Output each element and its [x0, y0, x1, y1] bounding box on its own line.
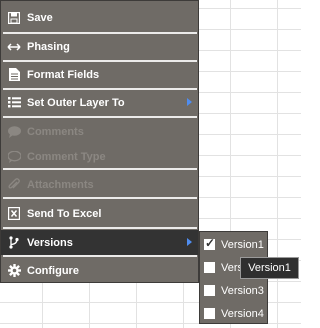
submenu-arrow-icon [187, 98, 192, 106]
submenu-item-label: Version1 [221, 238, 264, 251]
comment-icon [7, 125, 21, 139]
menu-item-comment-type[interactable]: Comment Type [1, 143, 198, 170]
menu-item-versions[interactable]: Versions [1, 230, 198, 255]
menu-item-label: Comments [27, 125, 84, 138]
menu-item-comments[interactable]: Comments [1, 118, 198, 145]
menu-item-save[interactable]: Save [1, 4, 198, 31]
menu-item-label: Phasing [27, 40, 70, 53]
context-menu: Save Phasing Format Fields Set Outer Lay… [0, 0, 199, 283]
checkbox[interactable] [204, 285, 215, 296]
submenu-arrow-icon [187, 238, 192, 246]
menu-item-label: Configure [27, 264, 79, 277]
menu-item-label: Versions [27, 236, 73, 249]
menu-item-configure[interactable]: Configure [1, 257, 198, 284]
checkmark-icon: ✓ [205, 236, 216, 250]
checkbox[interactable]: ✓ [204, 236, 216, 250]
menu-divider [3, 227, 197, 229]
paperclip-icon [7, 178, 21, 192]
menu-item-label: Attachments [27, 178, 94, 191]
submenu-item-version4[interactable]: Version4 [200, 302, 267, 325]
menu-item-set-outer-layer[interactable]: Set Outer Layer To [1, 89, 198, 116]
menu-item-label: Send To Excel [27, 207, 102, 220]
checkbox[interactable] [204, 262, 215, 273]
comment-type-icon [7, 150, 21, 164]
branch-icon [7, 236, 21, 250]
submenu-item-version3[interactable]: Version3 [200, 279, 267, 302]
menu-item-format-fields[interactable]: Format Fields [1, 61, 198, 88]
double-arrow-icon [7, 40, 21, 54]
menu-item-phasing[interactable]: Phasing [1, 33, 198, 60]
document-icon [7, 68, 21, 82]
list-icon [7, 96, 21, 110]
menu-item-send-to-excel[interactable]: Send To Excel [1, 200, 198, 227]
menu-item-label: Save [27, 11, 53, 24]
excel-icon [7, 207, 21, 221]
gear-icon [7, 264, 21, 278]
submenu-item-label: Version4 [221, 307, 264, 320]
menu-item-label: Set Outer Layer To [27, 96, 125, 109]
save-icon [7, 11, 21, 25]
menu-divider [3, 197, 197, 199]
menu-divider [3, 168, 197, 170]
tooltip: Version1 [240, 257, 299, 279]
submenu-item-label: Version3 [221, 284, 264, 297]
menu-item-label: Comment Type [27, 150, 106, 163]
checkbox[interactable] [204, 308, 215, 319]
submenu-item-version1[interactable]: ✓ Version1 [200, 233, 267, 256]
menu-item-label: Format Fields [27, 68, 100, 81]
menu-item-attachments[interactable]: Attachments [1, 171, 198, 198]
